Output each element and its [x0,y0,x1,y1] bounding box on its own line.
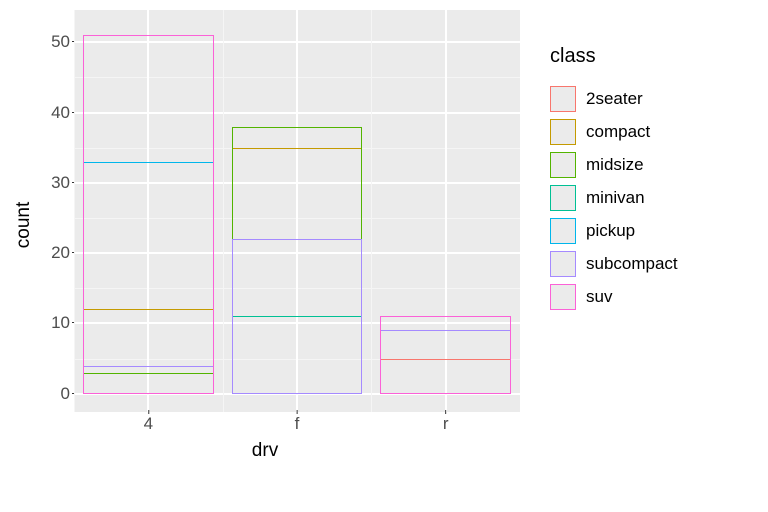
legend-key-icon [550,119,576,145]
y-tick: 50 [51,32,70,52]
y-tick: 20 [51,243,70,263]
y-tick: 10 [51,313,70,333]
legend-key-icon [550,218,576,244]
legend-label: subcompact [586,254,678,274]
plot-panel [74,10,520,412]
x-tick: f [295,414,300,434]
legend-item-compact: compact [550,119,678,145]
y-axis-label: count [10,10,38,440]
grid-line-minor [74,10,75,412]
bar-suv [380,316,511,393]
legend-label: midsize [586,155,644,175]
legend-key-icon [550,86,576,112]
legend-label: pickup [586,221,635,241]
bar-suv [83,35,214,393]
y-tick: 40 [51,103,70,123]
legend-key-icon [550,284,576,310]
grid-line-minor [371,10,372,412]
legend-key-icon [550,185,576,211]
x-tick: 4 [144,414,153,434]
y-tick: 0 [61,384,70,404]
legend-item-2seater: 2seater [550,86,678,112]
x-tick: r [443,414,449,434]
bar-subcompact [232,239,363,394]
legend-key-icon [550,251,576,277]
legend-label: 2seater [586,89,643,109]
legend-label: suv [586,287,612,307]
legend-key-icon [550,152,576,178]
legend-item-subcompact: subcompact [550,251,678,277]
legend-item-midsize: midsize [550,152,678,178]
y-tick: 30 [51,173,70,193]
y-axis: 0 10 20 30 40 50 [38,10,74,412]
legend-item-suv: suv [550,284,678,310]
x-axis-label: drv [10,440,520,466]
legend-label: minivan [586,188,645,208]
legend-item-minivan: minivan [550,185,678,211]
grid-line-minor [223,10,224,412]
x-axis: 4 f r [74,412,520,440]
legend-item-pickup: pickup [550,218,678,244]
legend: class 2seater compact midsize minivan pickup… [520,10,678,502]
legend-label: compact [586,122,650,142]
legend-title: class [550,45,678,68]
